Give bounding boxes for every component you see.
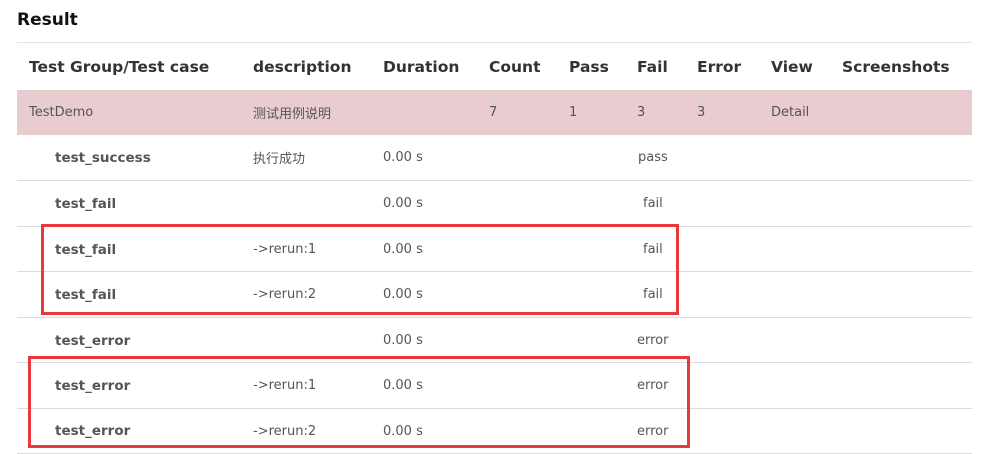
group-count: 7 <box>489 105 498 120</box>
group-error: 3 <box>697 105 706 120</box>
group-description: 测试用例说明 <box>253 107 332 122</box>
case-description: 执行成功 <box>253 152 306 167</box>
fail-rerun-highlight-box <box>41 224 679 315</box>
col-header-fail: Fail <box>637 57 668 76</box>
case-status: pass <box>638 150 668 165</box>
table-header-row: Test Group/Test case description Duratio… <box>17 43 972 90</box>
col-header-duration: Duration <box>383 57 460 76</box>
group-row: TestDemo 测试用例说明 7 1 3 3 Detail <box>17 90 972 135</box>
case-duration: 0.00 s <box>383 196 423 211</box>
col-header-error: Error <box>697 57 742 76</box>
error-rerun-highlight-box <box>28 356 690 448</box>
col-header-pass: Pass <box>569 57 609 76</box>
col-header-view: View <box>771 57 813 76</box>
table-row: test_success 执行成功 0.00 s pass <box>17 135 972 180</box>
group-fail: 3 <box>637 105 646 120</box>
result-title: Result <box>17 10 78 30</box>
group-name: TestDemo <box>29 105 94 120</box>
group-pass: 1 <box>569 105 578 120</box>
col-header-test-case: Test Group/Test case <box>29 57 210 76</box>
col-header-count: Count <box>489 57 541 76</box>
case-name: test_success <box>55 149 151 166</box>
case-duration: 0.00 s <box>383 150 423 165</box>
case-status-link[interactable]: fail <box>643 181 663 226</box>
case-name: test_fail <box>55 195 117 212</box>
col-header-screenshots: Screenshots <box>842 57 950 76</box>
group-detail-link[interactable]: Detail <box>771 90 809 135</box>
col-header-description: description <box>253 57 352 76</box>
table-row: test_fail 0.00 s fail <box>17 181 972 226</box>
